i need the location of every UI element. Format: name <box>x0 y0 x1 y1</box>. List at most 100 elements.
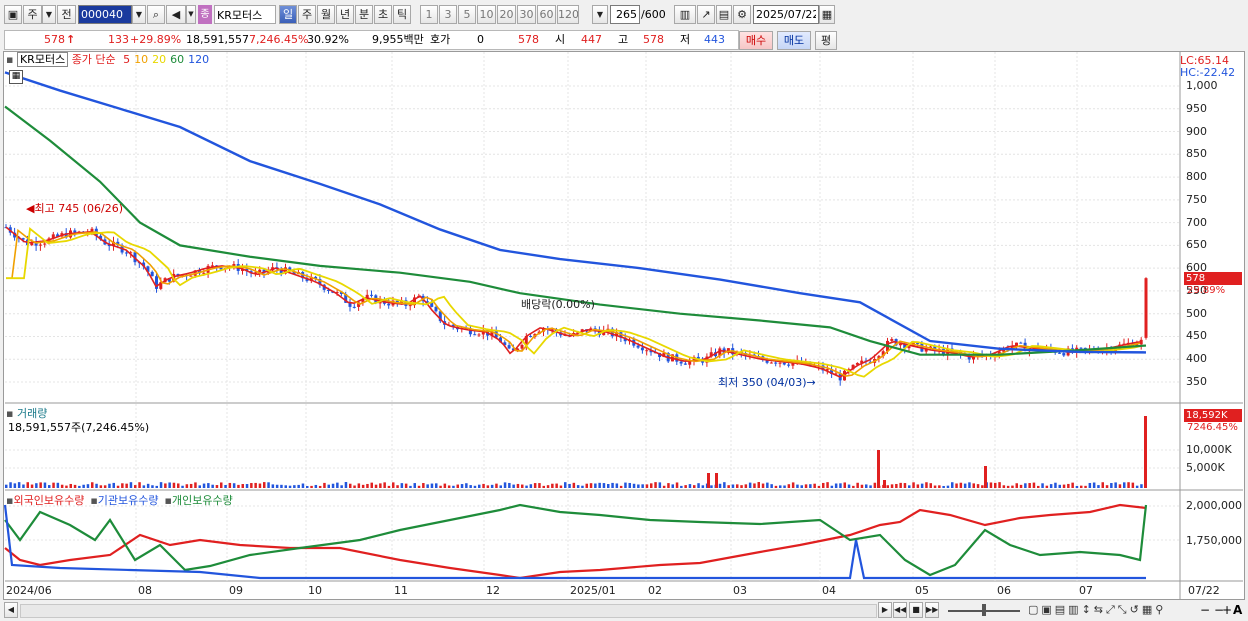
price-tick: 750 <box>1186 192 1207 206</box>
price-tick: 800 <box>1186 170 1207 184</box>
ma-legend-5[interactable]: 5 <box>123 53 130 66</box>
volume-bar <box>374 484 378 488</box>
ma-legend-10[interactable]: 10 <box>134 53 148 66</box>
volume-bar <box>293 485 296 488</box>
font-size-icon[interactable]: A <box>1233 602 1242 618</box>
volume-bar <box>237 484 240 488</box>
volume-bar <box>224 485 227 488</box>
volume-bar <box>576 485 580 488</box>
candle-body <box>189 275 193 277</box>
volume-bar <box>869 485 872 488</box>
volume-bar <box>1011 485 1014 488</box>
chart-canvas <box>3 52 1243 599</box>
candle-body <box>782 362 786 365</box>
volume-bar <box>228 482 232 488</box>
x-axis-label: 03 <box>733 584 747 597</box>
panel-marker-icon: ▪ <box>6 53 14 66</box>
volume-bar <box>671 484 674 488</box>
volume-bar <box>701 485 705 488</box>
candle-body <box>473 334 477 336</box>
volume-bar <box>1067 483 1070 488</box>
volume-bar <box>194 482 197 488</box>
rewind-icon[interactable]: ◀◀ <box>893 602 907 618</box>
volume-bar <box>572 482 576 488</box>
volume-bar <box>693 485 696 488</box>
volume-bar <box>280 484 283 488</box>
volume-bar <box>723 482 726 488</box>
volume-bar <box>30 484 34 488</box>
volume-bar <box>1088 482 1092 488</box>
volume-bar <box>267 482 270 488</box>
volume-bar <box>310 485 313 488</box>
volume-bar <box>499 485 502 488</box>
volume-bar <box>469 485 472 488</box>
indicator-toggle-icon[interactable]: ▦ <box>9 70 23 84</box>
zoom-out-icon[interactable]: − <box>1200 602 1210 618</box>
layout-tools-icons[interactable]: ▢▣▤▥↕⇆⤢⤡↺▦⚲ <box>1028 602 1166 618</box>
holdings-legend-item[interactable]: 외국인보유수량 <box>13 494 84 507</box>
volume-bar <box>336 482 339 488</box>
zoom-in-icon[interactable]: + <box>1222 602 1232 618</box>
candle-body <box>352 306 356 308</box>
candle-body <box>679 361 683 364</box>
volume-bar <box>1101 482 1104 488</box>
volume-bar <box>589 483 593 488</box>
volume-bar <box>263 482 266 488</box>
dividend-annotation: 배당락(0.00%) <box>521 298 595 311</box>
volume-bar <box>1049 484 1053 488</box>
volume-bar <box>624 482 627 488</box>
volume-bar <box>271 484 275 488</box>
volume-bar <box>766 482 769 488</box>
candle-body <box>124 252 128 254</box>
x-axis-end: 07/22 <box>1188 584 1220 597</box>
volume-bar <box>774 485 778 488</box>
holdings-legend-item[interactable]: 개인보유수량 <box>172 494 233 507</box>
volume-bar <box>688 484 692 488</box>
scroll-left-icon[interactable]: ◀ <box>4 602 18 618</box>
stop-icon[interactable]: ■ <box>909 602 923 618</box>
volume-bar <box>822 482 825 488</box>
x-axis-label: 10 <box>308 584 322 597</box>
volume-bar <box>35 483 38 488</box>
zoom-slider-thumb[interactable] <box>982 604 986 616</box>
volume-bar <box>645 484 649 488</box>
ma-legend-20[interactable]: 20 <box>152 53 166 66</box>
volume-bar <box>715 473 718 488</box>
x-axis-label: 07 <box>1079 584 1093 597</box>
candle-body <box>1062 353 1066 356</box>
volume-bar <box>1041 483 1044 488</box>
volume-bar <box>839 483 842 488</box>
high-annotation-text: 최고 745 (06/26) <box>34 202 123 215</box>
volume-bar <box>164 483 167 488</box>
holdings-legend-item[interactable]: 기관보유수량 <box>98 494 159 507</box>
volume-bar <box>258 483 262 488</box>
volume-bar <box>564 482 567 488</box>
horizontal-scrollbar[interactable] <box>20 604 877 618</box>
volume-bar <box>1062 484 1066 488</box>
volume-bar <box>654 482 657 488</box>
volume-bar <box>662 485 666 488</box>
volume-bar <box>447 485 451 488</box>
candle-body <box>774 362 778 364</box>
low-annotation-text: 최저 350 (04/03) <box>718 376 807 389</box>
x-axis-label: 05 <box>915 584 929 597</box>
volume-bar <box>852 485 855 488</box>
volume-bar <box>17 482 21 488</box>
x-axis-label: 11 <box>394 584 408 597</box>
volume-bar <box>602 483 606 488</box>
volume-bar <box>843 482 846 488</box>
volume-bar <box>344 482 348 488</box>
volume-bar <box>465 483 468 488</box>
ma-legend-60[interactable]: 60 <box>170 53 184 66</box>
high-annotation: ◀최고 745 (06/26) <box>26 200 123 216</box>
volume-bar <box>1110 483 1113 488</box>
volume-bar <box>473 485 477 488</box>
volume-bar <box>959 482 963 488</box>
volume-bar <box>73 484 77 488</box>
scroll-right-icon[interactable]: ▶ <box>878 602 892 618</box>
volume-bar <box>748 482 752 488</box>
volume-bar <box>916 484 920 488</box>
forward-icon[interactable]: ▶▶ <box>925 602 939 618</box>
ma-legend-120[interactable]: 120 <box>188 53 209 66</box>
candle-body <box>640 347 644 351</box>
